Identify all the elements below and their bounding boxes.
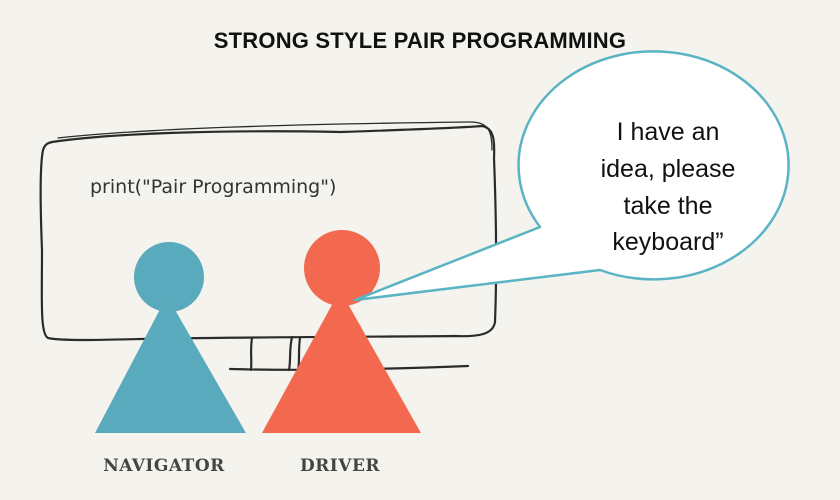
diagram-canvas: print("Pair Programming") I have an idea… [39,50,790,476]
navigator-label: NAVIGATOR [103,456,225,476]
driver-figure [262,230,421,433]
navigator-body [95,296,246,433]
bubble-line: I have an [617,118,720,146]
monitor-frame [39,124,498,342]
driver-body [262,290,421,433]
bubble-line: take the [624,192,713,220]
screen-code-text: print("Pair Programming") [90,176,336,198]
bubble-line: keyboard” [612,228,723,256]
bubble-line: idea, please [601,155,736,183]
driver-label: DRIVER [300,456,380,476]
monitor [39,121,498,372]
